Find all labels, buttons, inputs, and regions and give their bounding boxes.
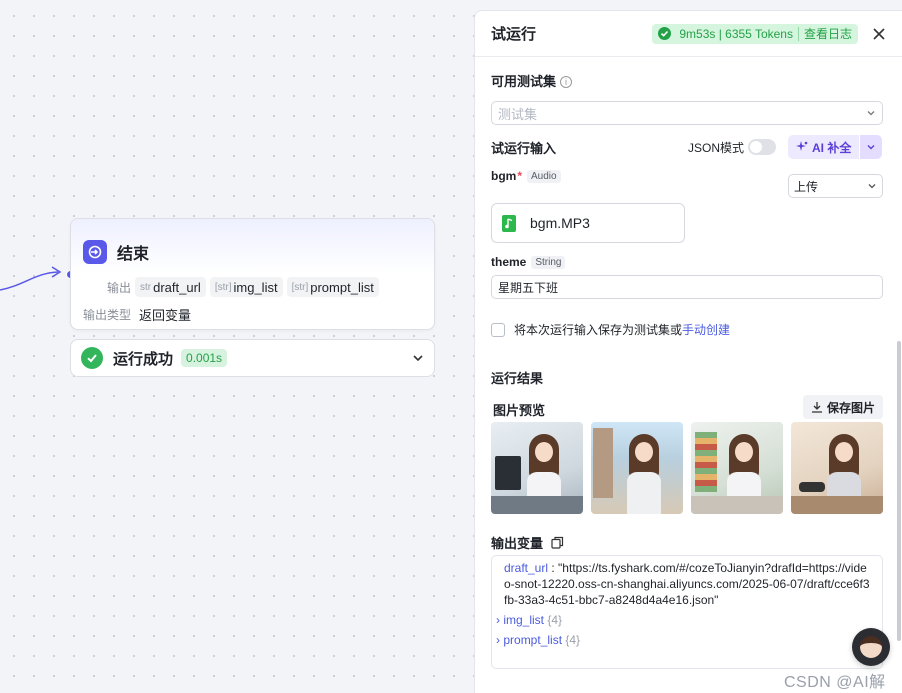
bgm-field-label: bgm * Audio <box>491 169 561 183</box>
type-tag: Audio <box>527 169 561 183</box>
preview-image[interactable] <box>491 422 583 514</box>
theme-value: 星期五下班 <box>498 280 559 295</box>
image-preview-grid <box>491 422 883 514</box>
watermark: CSDN @AI解说 <box>784 674 886 691</box>
image-preview-label: 图片预览 <box>493 403 546 418</box>
run-status-bar[interactable]: 运行成功 0.001s <box>70 339 435 377</box>
bgm-mode-value: 上传 <box>794 179 819 194</box>
output-pill-prompt-list: [str] prompt_list <box>286 277 379 297</box>
input-section-title: 试运行输入 <box>491 141 557 156</box>
json-mode-label: JSON模式 <box>688 140 745 155</box>
ai-options-dropdown[interactable] <box>860 135 883 159</box>
run-status-label: 运行成功 <box>113 350 174 368</box>
testset-select[interactable]: 测试集 <box>491 101 883 125</box>
output-vars-box: draft_url : "https://ts.fyshark.com/#/co… <box>491 555 883 669</box>
testset-placeholder: 测试集 <box>498 106 538 122</box>
result-section-title: 运行结果 <box>491 371 544 386</box>
bgm-file-card[interactable]: bgm.MP3 <box>491 203 685 243</box>
chevron-down-icon <box>868 184 876 189</box>
prompt-list-entry[interactable]: › prompt_list {4} <box>496 632 870 648</box>
save-image-button[interactable]: 保存图片 <box>803 395 884 419</box>
bgm-file-name: bgm.MP3 <box>530 215 590 231</box>
output-type-label: 输出类型 <box>83 307 132 322</box>
json-mode-toggle[interactable] <box>748 139 777 155</box>
panel-scrollbar[interactable] <box>897 341 901 641</box>
assistant-avatar[interactable] <box>852 628 890 666</box>
chevron-down-icon[interactable] <box>412 352 424 364</box>
save-testset-option[interactable]: 将本次运行输入保存为测试集或 手动创建 <box>491 321 730 338</box>
theme-field-label: theme String <box>491 255 566 269</box>
node-title: 结束 <box>117 246 150 263</box>
type-tag: String <box>531 255 566 269</box>
success-check-icon <box>81 347 103 369</box>
run-stats-badge: 9m53s | 6355 Tokens 查看日志 <box>652 23 858 44</box>
preview-image[interactable] <box>691 422 783 514</box>
output-pill-img-list: [str] img_list <box>209 277 283 297</box>
save-testset-checkbox[interactable] <box>491 322 505 337</box>
draft-url-entry: draft_url : "https://ts.fyshark.com/#/co… <box>504 561 870 607</box>
preview-image[interactable] <box>791 422 883 514</box>
connection-edge <box>0 266 62 291</box>
panel-title: 试运行 <box>491 26 537 43</box>
view-log-link[interactable]: 查看日志 <box>804 25 852 42</box>
sparkle-icon <box>796 141 808 151</box>
testset-section: 可用测试集 i <box>491 71 573 90</box>
run-time-badge: 0.001s <box>181 349 228 367</box>
img-list-entry[interactable]: › img_list {4} <box>496 612 870 628</box>
theme-input[interactable]: 星期五下班 <box>491 275 883 299</box>
success-check-icon <box>658 27 672 40</box>
output-label: 输出 <box>107 280 132 295</box>
ai-complete-button[interactable]: AI 补全 <box>788 135 883 159</box>
ai-complete-label: AI 补全 <box>812 140 852 155</box>
chevron-down-icon <box>867 111 875 116</box>
output-pill-draft-url: str draft_url <box>135 277 206 297</box>
end-node-icon <box>83 240 107 264</box>
preview-image[interactable] <box>591 422 683 514</box>
audio-file-icon <box>502 214 516 232</box>
info-icon[interactable]: i <box>560 76 573 88</box>
close-icon[interactable] <box>872 27 886 41</box>
download-icon <box>812 402 822 413</box>
test-run-panel: 试运行 9m53s | 6355 Tokens 查看日志 可用测试集 i 测试集 … <box>474 10 902 693</box>
output-type-value: 返回变量 <box>139 307 192 323</box>
run-stats: 9m53s | 6355 Tokens <box>679 26 793 41</box>
manual-create-link[interactable]: 手动创建 <box>682 321 730 338</box>
copy-icon[interactable] <box>551 536 564 549</box>
chevron-down-icon <box>867 145 875 150</box>
bgm-mode-select[interactable]: 上传 <box>788 174 883 198</box>
save-testset-text: 将本次运行输入保存为测试集或 <box>514 323 683 337</box>
end-node[interactable]: 结束 输出 str draft_url [str] img_list [str] pr… <box>70 218 435 330</box>
output-vars-title: 输出变量 <box>491 533 564 552</box>
